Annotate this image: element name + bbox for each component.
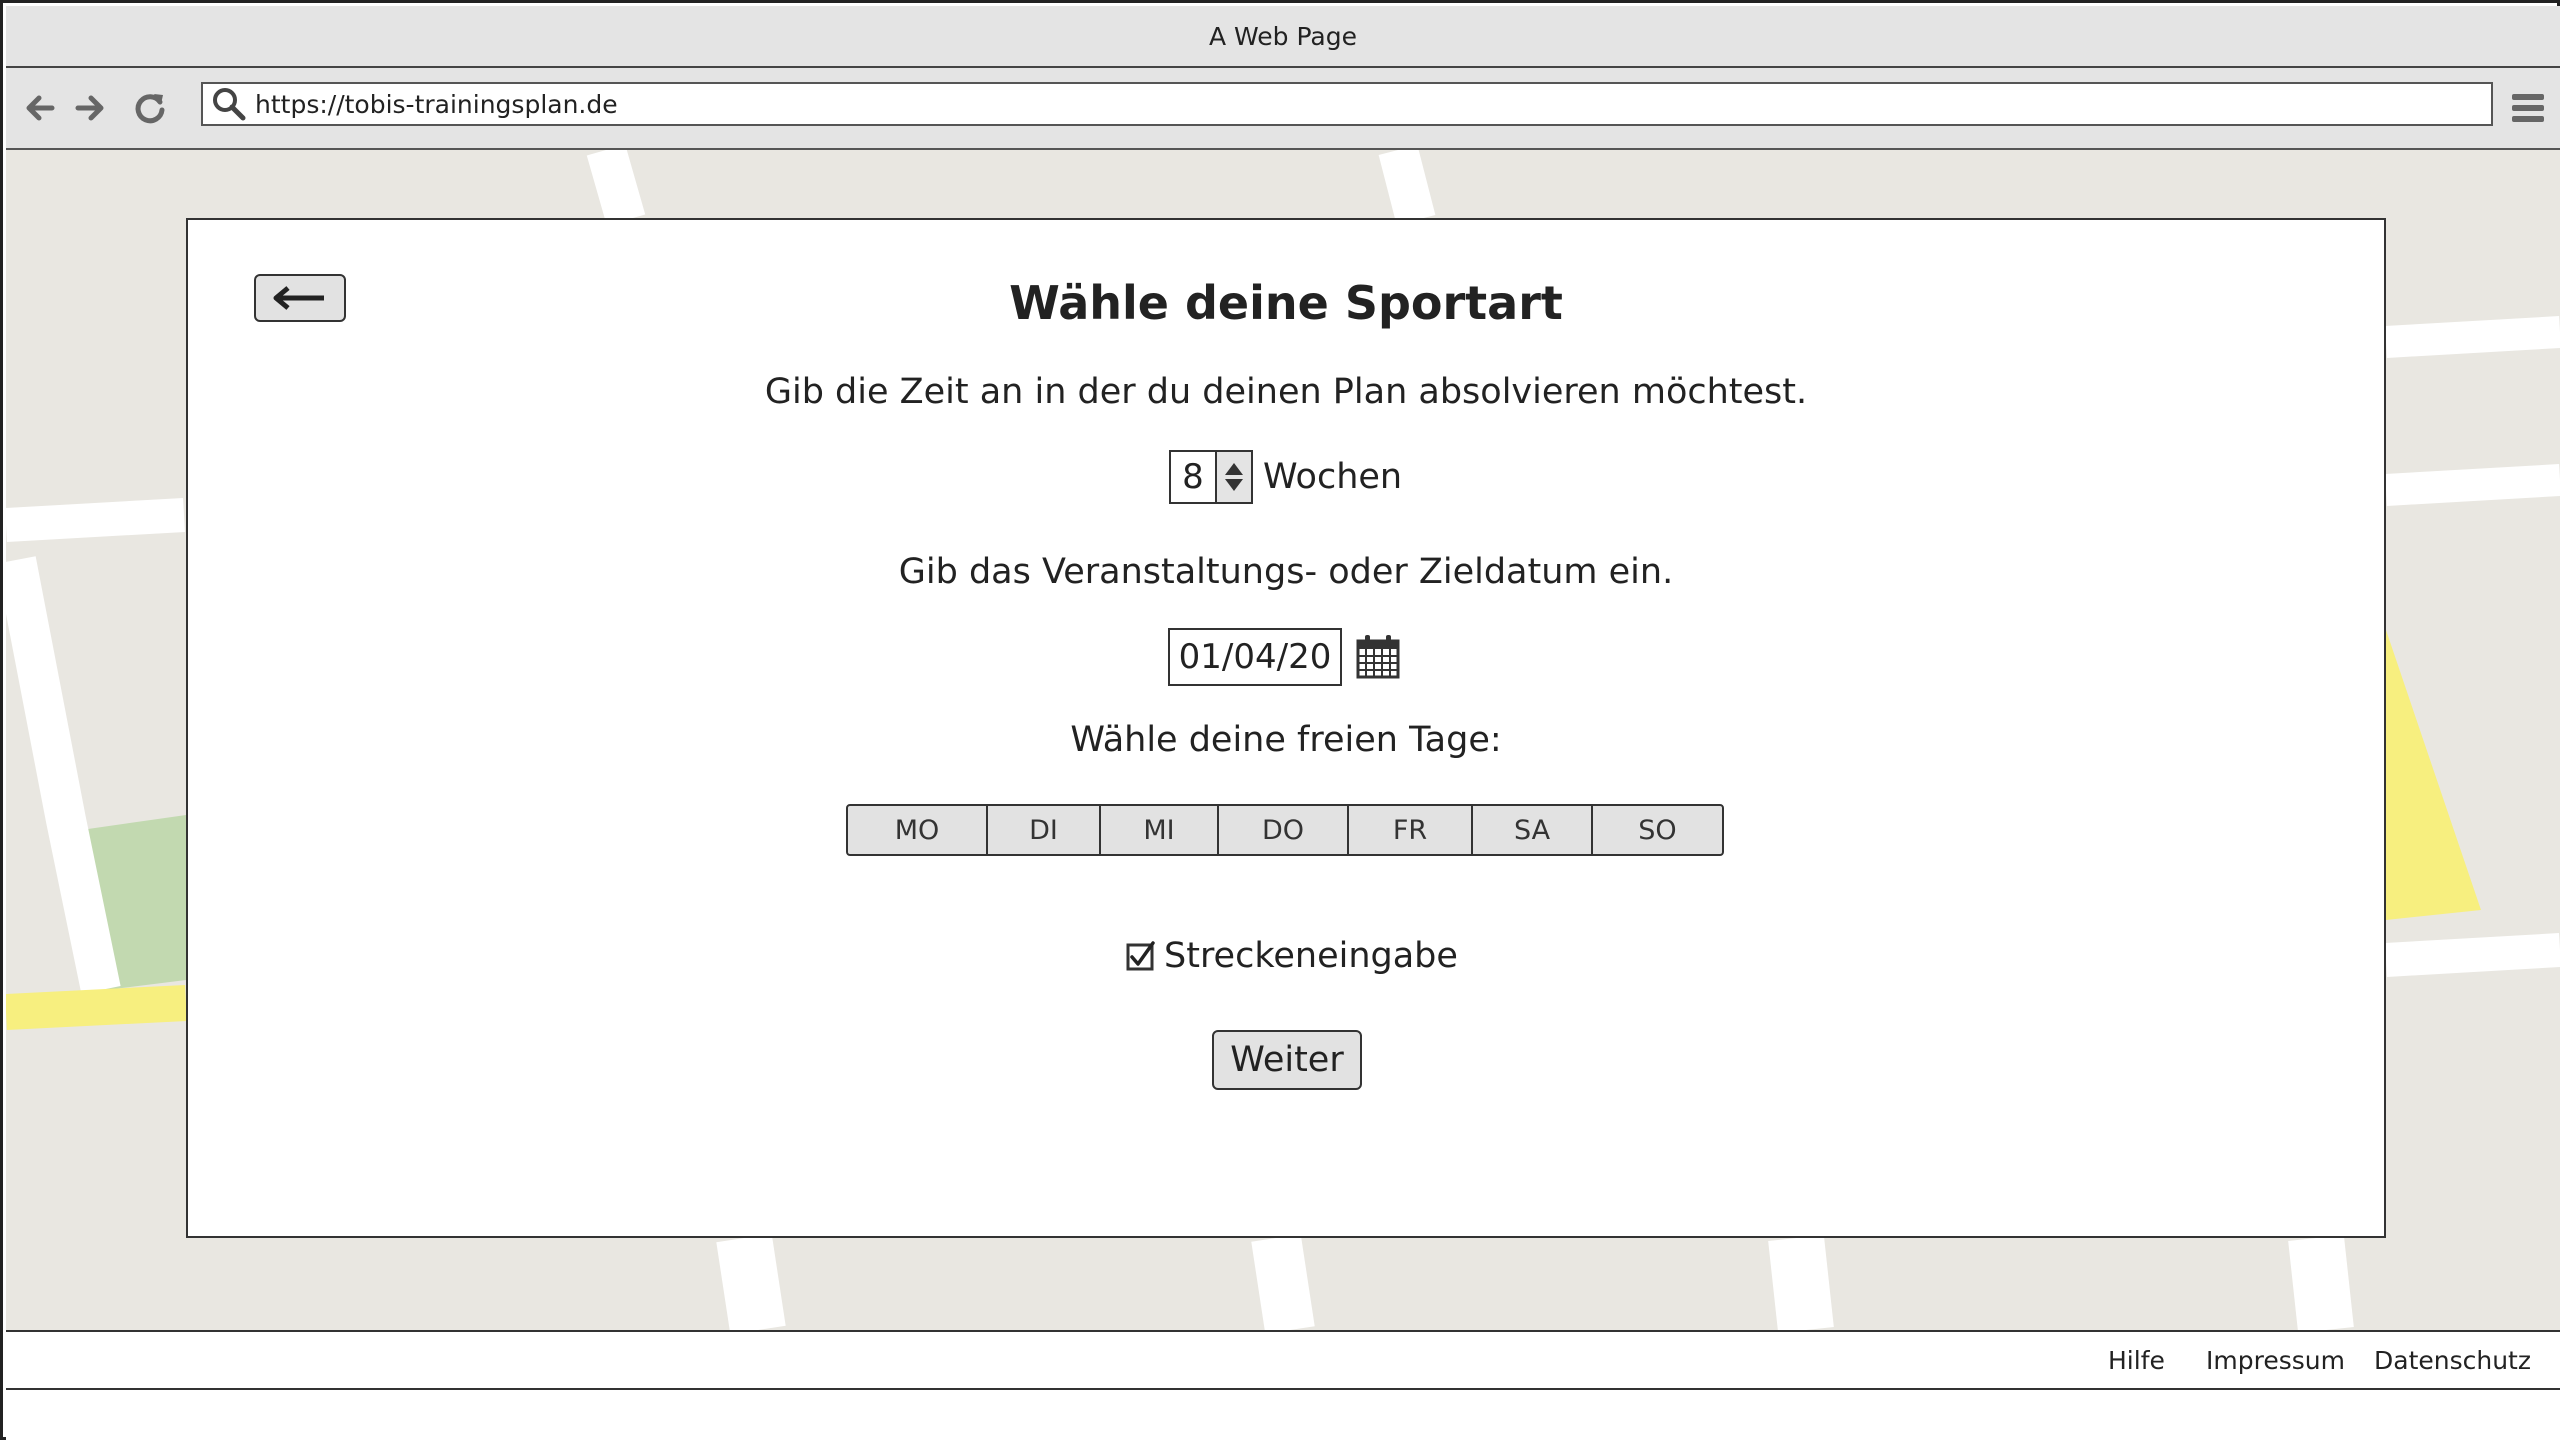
address-bar[interactable] [201,82,2493,126]
hamburger-menu-icon[interactable] [2508,88,2548,128]
page-footer: Hilfe Impressum Datenschutz [6,1330,2560,1390]
free-days-selector: MO DI MI DO FR SA SO [846,804,1724,856]
footer-link-imprint[interactable]: Impressum [2206,1346,2345,1375]
duration-prompt: Gib die Zeit an in der du deinen Plan ab… [764,372,1808,412]
day-toggle-di[interactable]: DI [988,806,1101,854]
footer-link-help[interactable]: Hilfe [2108,1346,2165,1375]
calendar-icon[interactable] [1354,633,1402,681]
date-field[interactable]: 01/04/20 [1168,628,1342,686]
sport-selection-card: Wähle deine Sportart Gib die Zeit an in … [186,218,2386,1238]
reload-icon[interactable] [130,88,170,128]
next-button[interactable]: Weiter [1212,1030,1362,1090]
triangle-up-icon[interactable] [1224,462,1244,476]
days-prompt: Wähle deine freien Tage: [1070,720,1502,760]
search-icon [213,88,246,121]
day-toggle-sa[interactable]: SA [1473,806,1593,854]
browser-window: A Web Page https://tobis-trainingsplan.d… [0,0,2560,1440]
status-bar [6,1390,2560,1440]
date-prompt: Gib das Veranstaltungs- oder Zieldatum e… [898,552,1674,592]
browser-toolbar [6,68,2560,150]
footer-link-privacy[interactable]: Datenschutz [2374,1346,2531,1375]
stepper-arrows[interactable] [1215,452,1251,502]
route-input-option: Streckeneingabe [1126,932,1458,980]
page-title: Wähle deine Sportart [1009,276,1563,330]
weeks-unit-label: Wochen [1263,457,1403,497]
arrow-right-icon[interactable] [70,88,110,128]
url-input[interactable] [253,88,2457,120]
day-toggle-mi[interactable]: MI [1101,806,1219,854]
page-content: Wähle deine Sportart Gib die Zeit an in … [6,150,2560,1330]
date-row: 01/04/20 [1168,628,1402,686]
weeks-row: 8 Wochen [1169,450,1402,504]
day-toggle-so[interactable]: SO [1593,806,1722,854]
day-toggle-do[interactable]: DO [1219,806,1349,854]
triangle-down-icon[interactable] [1224,478,1244,492]
day-toggle-fr[interactable]: FR [1349,806,1473,854]
weeks-value[interactable]: 8 [1171,452,1215,502]
route-checkbox[interactable] [1126,941,1156,971]
day-toggle-mo[interactable]: MO [848,806,988,854]
window-title: A Web Page [6,6,2560,68]
route-checkbox-label: Streckeneingabe [1164,936,1458,976]
arrow-left-icon[interactable] [20,88,60,128]
weeks-stepper[interactable]: 8 [1169,450,1253,504]
